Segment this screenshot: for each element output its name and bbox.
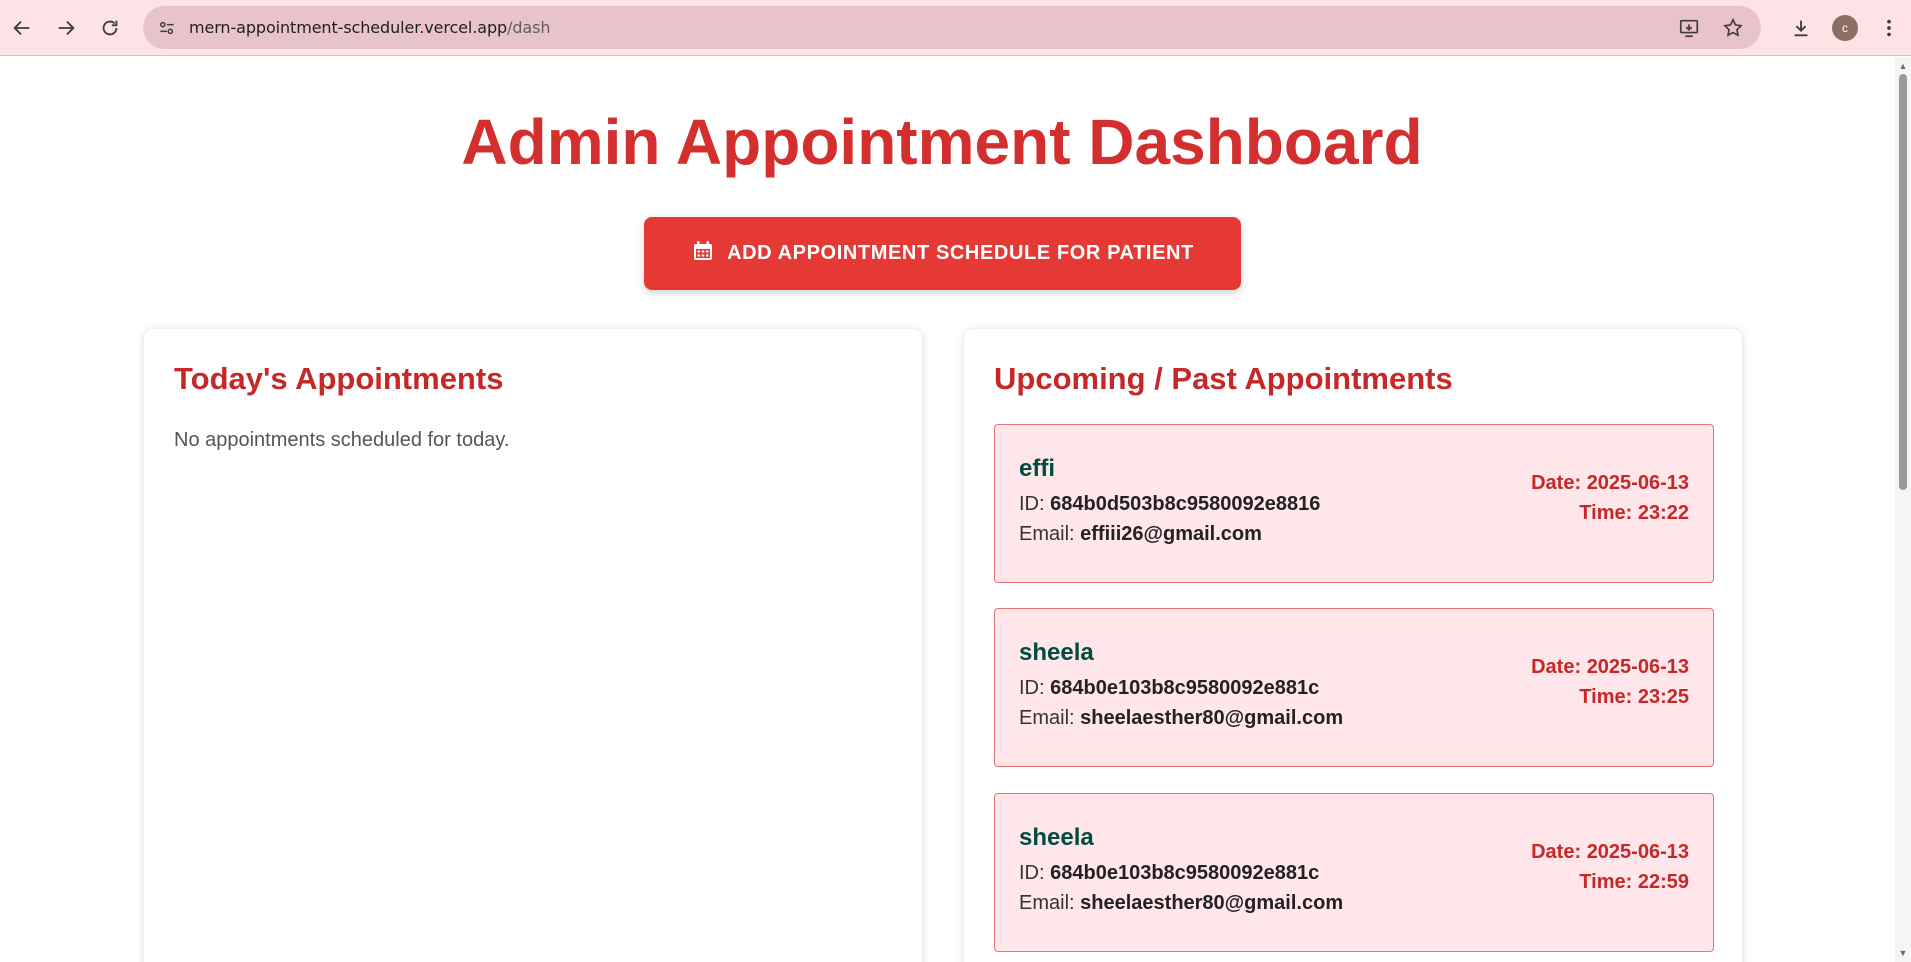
download-icon[interactable]: [1779, 6, 1823, 50]
patient-name: sheela: [1019, 824, 1094, 851]
patient-email-line: Email: effiii26@gmail.com: [1019, 523, 1262, 546]
address-bar[interactable]: mern-appointment-scheduler.vercel.app/da…: [143, 6, 1761, 49]
appointment-time: Time: 23:22: [1579, 502, 1689, 525]
bookmark-star-icon[interactable]: [1713, 8, 1753, 48]
install-app-icon[interactable]: [1669, 8, 1709, 48]
patient-id-line: ID: 684b0e103b8c9580092e881c: [1019, 862, 1319, 885]
time-value: 23:22: [1637, 502, 1689, 524]
url-text: mern-appointment-scheduler.vercel.app/da…: [189, 18, 551, 37]
scrollbar-thumb[interactable]: [1899, 74, 1907, 490]
time-label: Time:: [1579, 686, 1633, 708]
todays-appointments-panel: Today's Appointments No appointments sch…: [143, 328, 923, 962]
upcoming-appointments-heading: Upcoming / Past Appointments: [994, 361, 1453, 396]
patient-email: sheelaesther80@gmail.com: [1080, 707, 1344, 729]
patient-id-line: ID: 684b0e103b8c9580092e881c: [1019, 677, 1319, 700]
id-label: ID:: [1019, 493, 1045, 515]
patient-id: 684b0e103b8c9580092e881c: [1050, 862, 1320, 884]
add-appointment-button-label: ADD APPOINTMENT SCHEDULE FOR PATIENT: [727, 242, 1194, 264]
site-info-icon[interactable]: [147, 8, 187, 48]
patient-name: sheela: [1019, 639, 1094, 666]
appointment-date: Date: 2025-06-13: [1531, 841, 1689, 864]
browser-toolbar: mern-appointment-scheduler.vercel.app/da…: [0, 0, 1911, 56]
time-label: Time:: [1579, 502, 1633, 524]
appointment-card: sheela ID: 684b0e103b8c9580092e881c Emai…: [994, 793, 1714, 952]
patient-email-line: Email: sheelaesther80@gmail.com: [1019, 707, 1343, 730]
page-title: Admin Appointment Dashboard: [461, 106, 1423, 178]
patient-email: sheelaesther80@gmail.com: [1080, 892, 1344, 914]
more-vert-icon[interactable]: [1867, 6, 1911, 50]
url-host: mern-appointment-scheduler.vercel.app: [189, 18, 508, 37]
email-label: Email:: [1019, 892, 1075, 914]
time-label: Time:: [1579, 871, 1633, 893]
patient-id: 684b0d503b8c9580092e8816: [1050, 493, 1321, 515]
date-label: Date:: [1531, 656, 1582, 678]
upcoming-appointments-panel: Upcoming / Past Appointments effi ID: 68…: [963, 328, 1743, 962]
email-label: Email:: [1019, 707, 1075, 729]
calendar-icon: [691, 239, 715, 269]
time-value: 22:59: [1637, 871, 1689, 893]
patient-email: effiii26@gmail.com: [1080, 523, 1262, 545]
profile-button[interactable]: c: [1823, 6, 1867, 50]
patient-name: effi: [1019, 455, 1055, 482]
patient-id-line: ID: 684b0d503b8c9580092e8816: [1019, 493, 1320, 516]
reload-icon[interactable]: [88, 6, 132, 50]
empty-message: No appointments scheduled for today.: [174, 429, 510, 451]
appointment-date: Date: 2025-06-13: [1531, 656, 1689, 679]
id-label: ID:: [1019, 862, 1045, 884]
id-label: ID:: [1019, 677, 1045, 699]
page-content: Admin Appointment Dashboard ADD APPOINTM…: [0, 57, 1895, 962]
date-label: Date:: [1531, 841, 1582, 863]
appointment-time: Time: 23:25: [1579, 686, 1689, 709]
date-value: 2025-06-13: [1586, 472, 1689, 494]
scroll-up-arrow-icon[interactable]: ▲: [1898, 61, 1908, 71]
date-value: 2025-06-13: [1586, 656, 1689, 678]
url-path: /dash: [507, 18, 551, 37]
appointment-card: sheela ID: 684b0e103b8c9580092e881c Emai…: [994, 608, 1714, 767]
patient-id: 684b0e103b8c9580092e881c: [1050, 677, 1320, 699]
scroll-down-arrow-icon[interactable]: ▼: [1898, 948, 1908, 958]
forward-arrow-icon[interactable]: [44, 6, 88, 50]
patient-email-line: Email: sheelaesther80@gmail.com: [1019, 892, 1343, 915]
appointment-time: Time: 22:59: [1579, 871, 1689, 894]
appointment-date: Date: 2025-06-13: [1531, 472, 1689, 495]
appointment-card: effi ID: 684b0d503b8c9580092e8816 Email:…: [994, 424, 1714, 583]
page-scrollbar[interactable]: ▲ ▼: [1895, 57, 1911, 962]
back-arrow-icon[interactable]: [0, 6, 44, 50]
date-label: Date:: [1531, 472, 1582, 494]
todays-appointments-heading: Today's Appointments: [174, 361, 504, 396]
time-value: 23:25: [1637, 686, 1689, 708]
email-label: Email:: [1019, 523, 1075, 545]
add-appointment-button[interactable]: ADD APPOINTMENT SCHEDULE FOR PATIENT: [644, 217, 1241, 290]
date-value: 2025-06-13: [1586, 841, 1689, 863]
avatar: c: [1832, 14, 1858, 41]
